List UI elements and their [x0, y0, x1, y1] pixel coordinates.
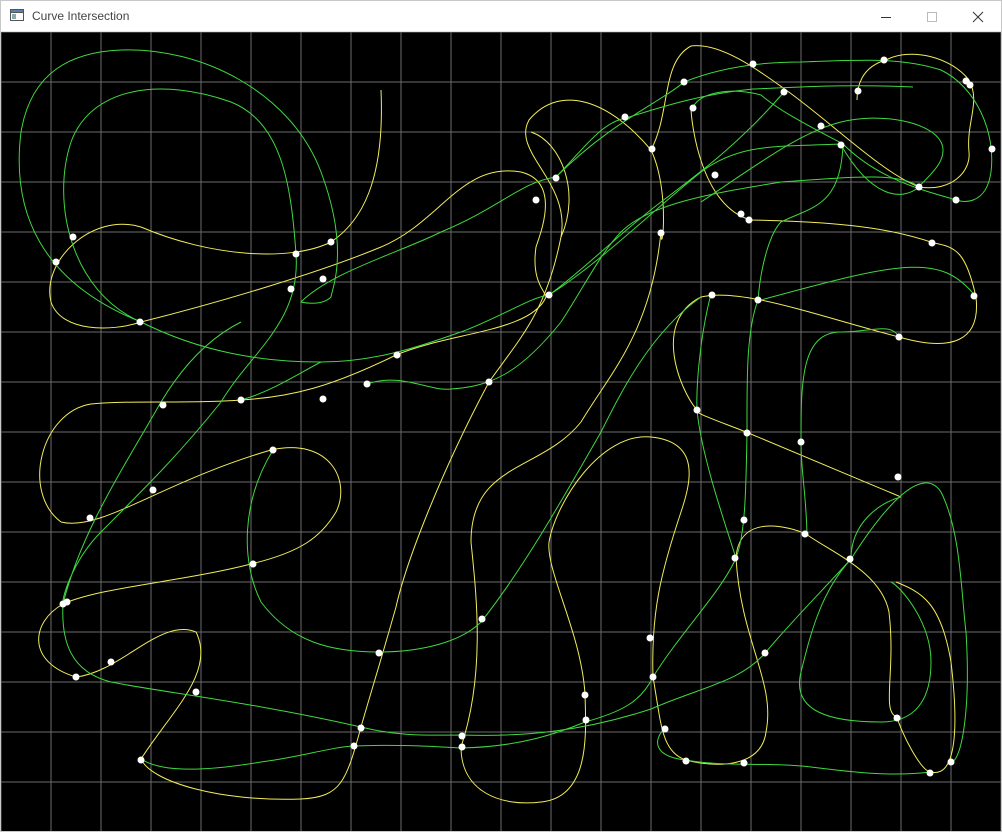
- intersection-marker: [552, 174, 560, 182]
- intersection-marker: [661, 725, 669, 733]
- intersection-marker: [72, 673, 80, 681]
- intersection-marker: [532, 196, 540, 204]
- intersection-marker: [249, 560, 257, 568]
- intersection-marker: [357, 724, 365, 732]
- intersection-marker: [711, 171, 719, 179]
- intersection-marker: [86, 514, 94, 522]
- intersection-marker: [545, 291, 553, 299]
- intersection-marker: [192, 688, 200, 696]
- green-curves: [18, 49, 993, 775]
- intersection-marker: [894, 473, 902, 481]
- intersection-marker: [754, 296, 762, 304]
- close-button[interactable]: [955, 1, 1001, 32]
- window-title: Curve Intersection: [32, 9, 130, 23]
- intersection-marker: [947, 758, 955, 766]
- intersection-marker: [817, 122, 825, 130]
- intersection-marker: [69, 233, 77, 241]
- intersection-marker: [292, 250, 300, 258]
- intersection-marker: [375, 649, 383, 657]
- intersection-marker: [646, 634, 654, 642]
- green-curve: [140, 143, 844, 770]
- intersection-marker: [458, 732, 466, 740]
- intersection-marker: [319, 395, 327, 403]
- intersection-marker: [731, 554, 739, 562]
- intersection-marker: [952, 196, 960, 204]
- intersection-marker: [159, 401, 167, 409]
- intersection-marker: [846, 555, 854, 563]
- intersection-marker: [740, 516, 748, 524]
- green-curve: [18, 49, 993, 323]
- intersection-marker: [137, 756, 145, 764]
- intersection-marker: [680, 78, 688, 86]
- intersection-marker: [63, 598, 71, 606]
- intersection-marker: [269, 446, 277, 454]
- green-curve: [246, 176, 920, 653]
- intersection-marker: [393, 351, 401, 359]
- intersection-marker: [988, 145, 996, 153]
- app-window-icon: [10, 9, 24, 21]
- intersection-marker: [880, 56, 888, 64]
- intersection-marker: [107, 658, 115, 666]
- intersection-marker: [749, 60, 757, 68]
- intersection-marker: [928, 239, 936, 247]
- yellow-curves: [38, 45, 978, 804]
- green-curve: [555, 85, 944, 203]
- green-curve: [62, 253, 968, 763]
- intersection-marker: [649, 673, 657, 681]
- curve-scene: [1, 32, 1001, 831]
- intersection-marker: [582, 716, 590, 724]
- intersection-marker: [458, 743, 466, 751]
- intersection-marker: [740, 759, 748, 767]
- close-icon: [972, 11, 984, 22]
- intersection-marker: [708, 291, 716, 299]
- intersection-marker: [237, 396, 245, 404]
- intersection-marker: [893, 714, 901, 722]
- maximize-button[interactable]: [909, 1, 955, 32]
- intersection-marker: [689, 104, 697, 112]
- intersection-marker: [657, 229, 665, 237]
- intersection-marker: [761, 649, 769, 657]
- intersection-marker: [682, 757, 690, 765]
- intersection-marker: [363, 380, 371, 388]
- intersection-marker: [737, 210, 745, 218]
- intersection-marker: [801, 530, 809, 538]
- title-bar[interactable]: Curve Intersection: [1, 1, 1001, 32]
- intersection-marker: [926, 769, 934, 777]
- intersection-marker: [693, 406, 701, 414]
- intersection-marker: [581, 691, 589, 699]
- intersection-marker: [648, 145, 656, 153]
- intersection-marker: [797, 438, 805, 446]
- intersection-marker: [837, 141, 845, 149]
- intersection-marker: [52, 258, 60, 266]
- yellow-curve: [530, 45, 978, 498]
- intersection-marker: [621, 113, 629, 121]
- app-window: Curve Intersection: [0, 0, 1002, 832]
- intersection-marker: [287, 285, 295, 293]
- intersection-marker: [780, 88, 788, 96]
- drawing-canvas[interactable]: [1, 32, 1001, 831]
- intersection-marker: [745, 216, 753, 224]
- intersection-marker: [895, 333, 903, 341]
- intersection-marker: [319, 275, 327, 283]
- intersection-marker: [350, 742, 358, 750]
- green-curve: [63, 88, 842, 363]
- intersection-marker: [485, 378, 493, 386]
- intersection-marker: [327, 238, 335, 246]
- intersection-marker: [136, 318, 144, 326]
- intersection-marker: [966, 81, 974, 89]
- intersection-marker: [915, 183, 923, 191]
- intersection-marker: [743, 429, 751, 437]
- maximize-icon: [927, 11, 937, 22]
- intersection-marker: [478, 615, 486, 623]
- intersection-marker: [149, 486, 157, 494]
- intersection-marker: [854, 87, 862, 95]
- minimize-icon: [881, 16, 891, 18]
- intersection-marker: [970, 292, 978, 300]
- minimize-button[interactable]: [863, 1, 909, 32]
